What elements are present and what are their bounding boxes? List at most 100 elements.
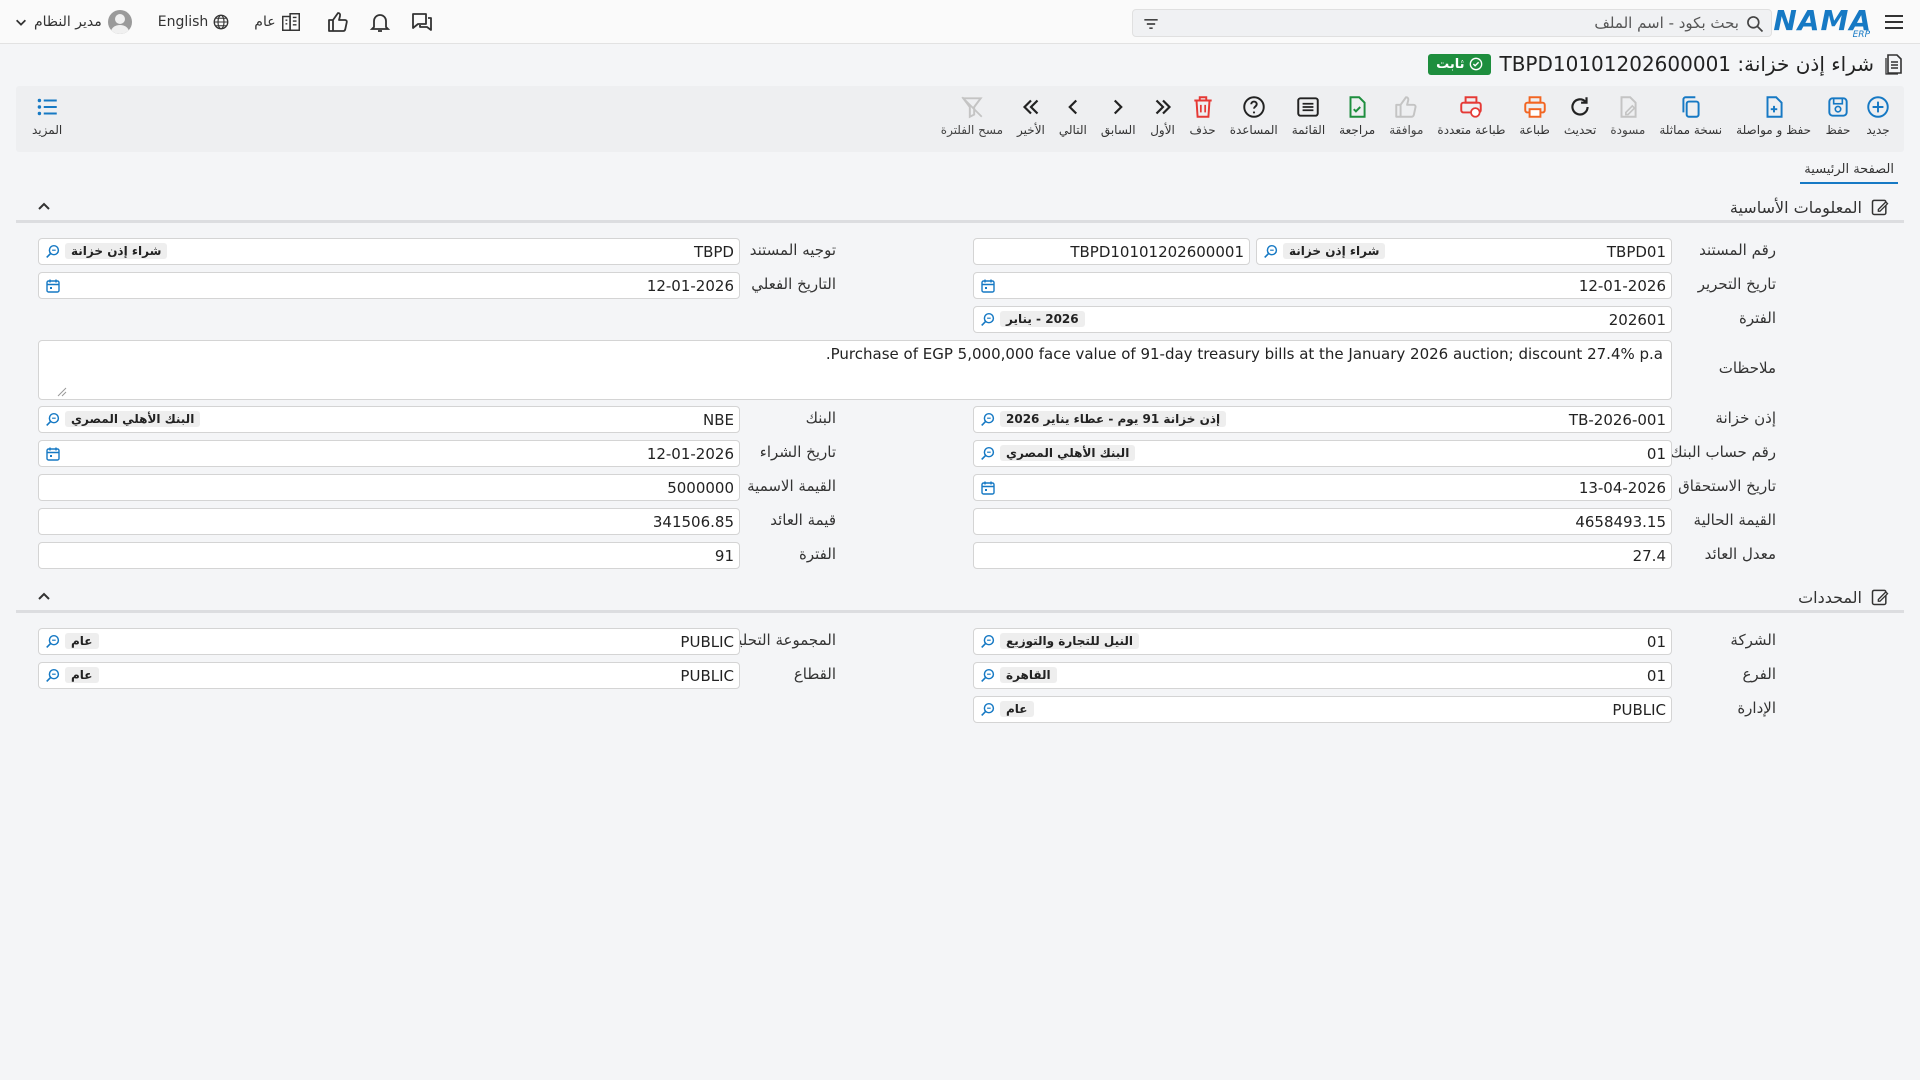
purchase-date-field[interactable]: 12-01-2026 (38, 440, 740, 467)
approve-button[interactable]: موافقة (1382, 94, 1430, 137)
language-label: English (157, 14, 209, 30)
lookup-icon[interactable] (979, 667, 997, 685)
lookup-icon[interactable] (979, 633, 997, 651)
chat-icon[interactable] (410, 10, 434, 34)
save-button[interactable]: حفظ (1818, 94, 1858, 137)
last-button[interactable]: الأخير (1010, 94, 1052, 137)
previous-button[interactable]: السابق (1094, 94, 1143, 137)
notes-textarea[interactable]: Purchase of EGP 5,000,000 face value of … (38, 340, 1672, 400)
branch-field[interactable]: 01 القاهرة (973, 662, 1672, 689)
filter-icon[interactable] (1141, 14, 1161, 34)
tbill-field[interactable]: TB-2026-001 إذن خزانة 91 يوم - عطاء يناي… (973, 406, 1672, 433)
edit-date-field[interactable]: 12-01-2026 (973, 272, 1672, 299)
lookup-icon[interactable] (44, 411, 62, 429)
tab-main[interactable]: الصفحة الرئيسية (1800, 160, 1898, 184)
review-button[interactable]: مراجعة (1332, 94, 1382, 137)
search-input[interactable] (1169, 10, 1739, 36)
multi-print-button[interactable]: طباعة متعددة (1430, 94, 1512, 137)
hamburger-menu-icon[interactable] (1882, 10, 1906, 34)
chevron-up-icon[interactable] (36, 589, 52, 605)
doc-direction-field[interactable]: TBPD شراء إذن خزانة (38, 238, 740, 265)
calendar-icon[interactable] (45, 278, 61, 294)
lookup-icon[interactable] (1262, 243, 1280, 261)
sector-field[interactable]: PUBLIC عام (38, 662, 740, 689)
help-button[interactable]: المساعدة (1223, 94, 1285, 137)
maturity-date-label: تاريخ الاستحقاق (1678, 477, 1776, 495)
status-text: ثابت (1436, 56, 1465, 72)
logo[interactable]: NAMA ERP (1773, 4, 1872, 40)
section-dims-header[interactable]: المحددات (16, 583, 1904, 613)
save-label: حفظ (1825, 123, 1851, 137)
language-switch[interactable]: English (158, 13, 231, 31)
list-label: القائمة (1291, 123, 1326, 137)
yield-rate-field[interactable]: 27.4 (973, 542, 1672, 569)
section-basic-title: المعلومات الأساسية (1729, 197, 1862, 217)
actual-date-field[interactable]: 12-01-2026 (38, 272, 740, 299)
edit-date-value: 12-01-2026 (1578, 277, 1666, 295)
lookup-icon[interactable] (979, 311, 997, 329)
print-button[interactable]: طباعة (1512, 94, 1556, 137)
section-basic-header[interactable]: المعلومات الأساسية (16, 193, 1904, 223)
refresh-button[interactable]: تحديث (1557, 94, 1604, 137)
bank-code: NBE (703, 411, 734, 429)
days-field[interactable]: 91 (38, 542, 740, 569)
save-continue-button[interactable]: حفظ و مواصلة (1729, 94, 1818, 137)
file-check-icon (1349, 96, 1366, 118)
thumbs-up-icon[interactable] (326, 10, 350, 34)
bell-icon[interactable] (368, 10, 392, 34)
company-field[interactable]: 01 النيل للتجارة والتوزيع (973, 628, 1672, 655)
list-bullets-icon (37, 98, 57, 116)
trash-icon (1193, 96, 1212, 118)
avatar (107, 10, 132, 34)
analytic-field[interactable]: PUBLIC عام (38, 628, 740, 655)
refresh-icon (1571, 97, 1589, 116)
notes-value: Purchase of EGP 5,000,000 face value of … (825, 345, 1663, 363)
yield-value-field[interactable]: 341506.85 (38, 508, 740, 535)
scope-switch[interactable]: عام (254, 11, 301, 33)
delete-button[interactable]: حذف (1183, 94, 1223, 137)
doc-direction-code: TBPD (693, 243, 734, 261)
department-field[interactable]: PUBLIC عام (973, 696, 1672, 723)
bank-field[interactable]: NBE البنك الأهلي المصري (38, 406, 740, 433)
list-button[interactable]: القائمة (1285, 94, 1332, 137)
resize-grip-icon[interactable] (57, 387, 67, 397)
clear-filter-button[interactable]: مسح الفلترة (934, 94, 1010, 137)
period-field[interactable]: 202601 2026 - يناير (973, 306, 1672, 333)
bank-account-field[interactable]: 01 البنك الأهلي المصري (973, 440, 1672, 467)
draft-button[interactable]: مسودة (1603, 94, 1652, 137)
lookup-icon[interactable] (44, 633, 62, 651)
help-icon (1242, 96, 1265, 118)
calendar-icon[interactable] (980, 480, 996, 496)
lookup-icon[interactable] (979, 445, 997, 463)
calendar-icon[interactable] (45, 446, 61, 462)
face-value-value: 5000000 (667, 479, 734, 497)
lookup-icon[interactable] (979, 411, 997, 429)
lookup-icon[interactable] (979, 701, 997, 719)
lookup-icon[interactable] (44, 243, 62, 261)
search-icon[interactable] (1745, 14, 1765, 34)
save-icon (1828, 97, 1848, 117)
calendar-icon[interactable] (980, 278, 996, 294)
duplicate-label: نسخة مماثلة (1659, 123, 1723, 137)
present-value-field[interactable]: 4658493.15 (973, 508, 1672, 535)
tbill-code: TB-2026-001 (1568, 411, 1666, 429)
chevron-up-icon[interactable] (36, 199, 52, 215)
face-value-field[interactable]: 5000000 (38, 474, 740, 501)
doc-number-full-field[interactable]: TBPD10101202600001 (973, 238, 1250, 265)
first-button[interactable]: الأول (1143, 94, 1183, 137)
more-button[interactable]: المزيد (32, 94, 62, 137)
chevron-down-icon (16, 19, 26, 26)
next-button[interactable]: التالي (1052, 94, 1094, 137)
branch-code: 01 (1646, 667, 1666, 685)
user-menu[interactable]: مدير النظام (14, 10, 132, 34)
section-basic-body: رقم المستند TBPD01 شراء إذن خزانة TBPD10… (16, 226, 1904, 578)
branch-label: الفرع (1742, 665, 1776, 683)
present-value-value: 4658493.15 (1575, 513, 1666, 531)
action-toolbar: جديد حفظ حفظ و مواصلة نسخة مماثلة مسودة … (16, 86, 1904, 152)
maturity-date-field[interactable]: 13-04-2026 (973, 474, 1672, 501)
new-button[interactable]: جديد (1858, 94, 1898, 137)
lookup-icon[interactable] (44, 667, 62, 685)
doc-number-field[interactable]: TBPD01 شراء إذن خزانة (1256, 238, 1672, 265)
duplicate-button[interactable]: نسخة مماثلة (1652, 94, 1729, 137)
last-label: الأخير (1017, 123, 1045, 137)
